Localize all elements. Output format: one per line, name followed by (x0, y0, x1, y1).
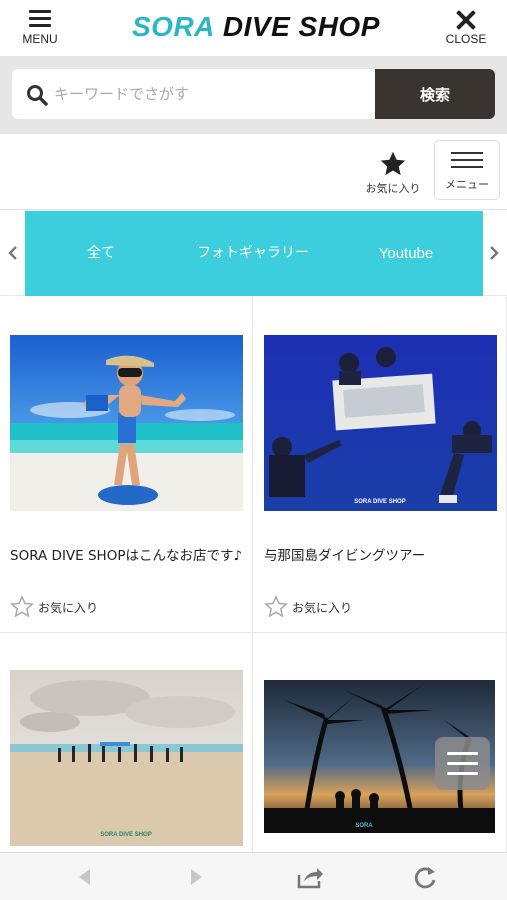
card-title[interactable]: 与那国島ダイビングツアー (264, 545, 500, 567)
beach-group-jumping-photo[interactable]: SORA DIVE SHOP (10, 670, 243, 846)
search-bar: 検索 (0, 56, 507, 134)
app-header: MENU SORA DIVE SHOP CLOSE (0, 0, 507, 56)
photo-caption: SORA DIVE SHOP (354, 499, 405, 505)
close-button[interactable]: CLOSE (439, 10, 493, 50)
browser-toolbar (0, 852, 507, 900)
photo-caption: SORA (355, 823, 373, 829)
underwater-divers-banner-photo[interactable]: SORA DIVE SHOP (264, 335, 497, 511)
photo-caption: SORA DIVE SHOP (100, 832, 151, 838)
hamburger-icon (29, 10, 51, 27)
menu-button[interactable]: MENU (16, 10, 64, 50)
woman-beach-snorkel-photo[interactable] (10, 335, 243, 511)
favorites-button[interactable]: お気に入り (360, 150, 426, 200)
close-icon (456, 10, 476, 30)
reload-icon[interactable] (410, 863, 440, 891)
search-button[interactable]: 検索 (375, 69, 495, 119)
search-icon (27, 85, 48, 106)
content-card[interactable]: SORA DIVE SHOP (0, 633, 253, 863)
chevron-right-icon[interactable] (487, 244, 501, 262)
logo-text-sora: SORA (132, 11, 215, 42)
hamburger-icon (447, 752, 478, 755)
hamburger-icon (451, 152, 483, 169)
close-label: CLOSE (445, 32, 487, 46)
floating-menu-button[interactable] (435, 737, 490, 790)
content-grid: SORA DIVE SHOPはこんなお店です♪ お気に入り SORA DIVE … (0, 297, 507, 863)
star-outline-icon (264, 595, 288, 618)
tab-all[interactable]: 全て (25, 211, 177, 296)
menu-label: MENU (22, 32, 58, 46)
shop-logo[interactable]: SORA DIVE SHOP (132, 11, 380, 45)
share-icon[interactable] (295, 863, 325, 891)
chevron-left-icon[interactable] (6, 244, 20, 262)
tab-youtube[interactable]: Youtube (329, 211, 483, 296)
category-tabs: 全て フォトギャラリー Youtube (25, 211, 483, 296)
card-favorite-label: お気に入り (292, 601, 353, 615)
star-icon (380, 151, 406, 176)
tab-photo-gallery[interactable]: フォトギャラリー (177, 211, 329, 296)
star-outline-icon (10, 595, 34, 618)
back-arrow-icon[interactable] (70, 863, 100, 891)
category-tabs-row: 全て フォトギャラリー Youtube (0, 211, 507, 296)
search-field-wrapper (12, 69, 375, 119)
content-card[interactable]: SORA DIVE SHOP 与那国島ダイビングツアー お気に入り (253, 297, 507, 633)
toolbar: お気に入り メニュー (0, 134, 507, 210)
favorites-label: お気に入り (365, 182, 421, 195)
search-input[interactable] (54, 69, 369, 119)
logo-text-dive-shop: DIVE SHOP (222, 11, 380, 42)
menu-toggle-label: メニュー (445, 178, 489, 191)
card-favorite-label: お気に入り (38, 601, 99, 615)
menu-toggle-button[interactable]: メニュー (434, 140, 500, 200)
forward-arrow-icon[interactable] (181, 863, 211, 891)
card-title[interactable]: SORA DIVE SHOPはこんなお店です♪ (10, 545, 246, 567)
content-card[interactable]: SORA DIVE SHOPはこんなお店です♪ お気に入り (0, 297, 253, 633)
